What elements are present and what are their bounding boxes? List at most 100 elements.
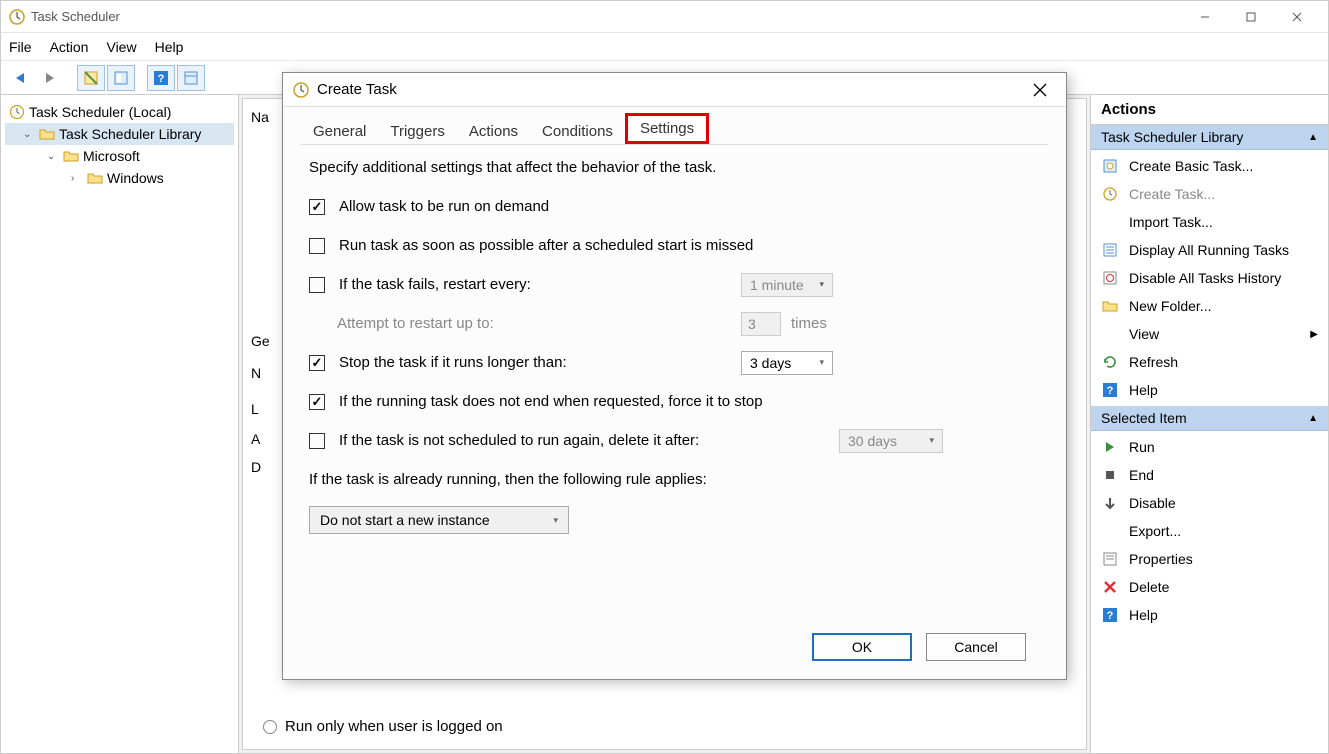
rule-label: If the task is already running, then the… — [309, 471, 1040, 488]
action-label: Disable All Tasks History — [1129, 270, 1281, 286]
action-properties[interactable]: Properties — [1091, 545, 1328, 573]
action-disable[interactable]: Disable — [1091, 489, 1328, 517]
tab-general[interactable]: General — [301, 119, 378, 144]
restart-interval-combo[interactable]: 1 minute ▾ — [741, 273, 833, 297]
tree-pane: Task Scheduler (Local) ⌄ Task Scheduler … — [1, 95, 239, 753]
help-icon: ? — [1101, 381, 1119, 399]
radio-icon — [263, 720, 277, 734]
expander-icon[interactable]: › — [71, 173, 83, 184]
action-run[interactable]: Run — [1091, 433, 1328, 461]
checkbox-icon[interactable] — [309, 355, 325, 371]
action-label: Refresh — [1129, 354, 1178, 370]
forward-button[interactable] — [37, 65, 65, 91]
checkbox-icon[interactable] — [309, 238, 325, 254]
wizard-icon — [1101, 157, 1119, 175]
restart-every-row[interactable]: If the task fails, restart every: 1 minu… — [309, 276, 1040, 293]
stop-longer-row[interactable]: Stop the task if it runs longer than: 3 … — [309, 354, 1040, 371]
tab-conditions[interactable]: Conditions — [530, 119, 625, 144]
run-logged-on-radio[interactable]: Run only when user is logged on — [263, 718, 503, 735]
tree-root-label: Task Scheduler (Local) — [29, 104, 171, 120]
section-label: Selected Item — [1101, 410, 1187, 426]
action-delete[interactable]: Delete — [1091, 573, 1328, 601]
rule-value: Do not start a new instance — [320, 512, 490, 528]
column-header-fragment: Na — [251, 109, 269, 125]
clock-icon — [293, 82, 309, 98]
combo-value: 3 days — [750, 355, 791, 371]
action-new-folder[interactable]: New Folder... — [1091, 292, 1328, 320]
menu-action[interactable]: Action — [50, 39, 89, 55]
none-icon — [1101, 325, 1119, 343]
tree-windows-label: Windows — [107, 170, 164, 186]
expander-icon[interactable]: ⌄ — [23, 129, 35, 140]
tool-btn-4[interactable] — [177, 65, 205, 91]
action-label: Export... — [1129, 523, 1181, 539]
checkbox-icon[interactable] — [309, 433, 325, 449]
minimize-button[interactable] — [1182, 2, 1228, 32]
actions-section-library[interactable]: Task Scheduler Library ▲ — [1091, 125, 1328, 150]
section-label: Task Scheduler Library — [1101, 129, 1243, 145]
dialog-close-button[interactable] — [1024, 76, 1056, 104]
attempt-count-input[interactable]: 3 — [741, 312, 781, 336]
menu-help[interactable]: Help — [155, 39, 184, 55]
chevron-down-icon: ▾ — [929, 435, 934, 446]
menu-file[interactable]: File — [9, 39, 32, 55]
back-button[interactable] — [7, 65, 35, 91]
dialog-titlebar: Create Task — [283, 73, 1066, 107]
close-button[interactable] — [1274, 2, 1320, 32]
action-label: End — [1129, 467, 1154, 483]
allow-on-demand-row[interactable]: Allow task to be run on demand — [309, 198, 1040, 215]
tree-windows[interactable]: › Windows — [5, 167, 234, 189]
collapse-icon: ▲ — [1308, 132, 1318, 143]
folder-icon — [39, 126, 55, 142]
rule-combo[interactable]: Do not start a new instance ▾ — [309, 506, 569, 534]
tool-btn-2[interactable] — [107, 65, 135, 91]
cancel-button[interactable]: Cancel — [926, 633, 1026, 661]
ok-button[interactable]: OK — [812, 633, 912, 661]
app-icon — [9, 9, 25, 25]
action-label: Run — [1129, 439, 1155, 455]
tab-settings[interactable]: Settings — [625, 113, 709, 144]
action-display-all-running-tasks[interactable]: Display All Running Tasks — [1091, 236, 1328, 264]
action-export[interactable]: Export... — [1091, 517, 1328, 545]
tab-triggers[interactable]: Triggers — [378, 119, 456, 144]
tree-library[interactable]: ⌄ Task Scheduler Library — [5, 123, 234, 145]
actions-section-selected[interactable]: Selected Item ▲ — [1091, 406, 1328, 431]
maximize-button[interactable] — [1228, 2, 1274, 32]
delete-after-row[interactable]: If the task is not scheduled to run agai… — [309, 432, 1040, 449]
checkbox-icon[interactable] — [309, 277, 325, 293]
tab-actions[interactable]: Actions — [457, 119, 530, 144]
action-create-task[interactable]: Create Task... — [1091, 180, 1328, 208]
tool-help-button[interactable]: ? — [147, 65, 175, 91]
chevron-down-icon: ▾ — [819, 357, 824, 368]
action-label: Delete — [1129, 579, 1169, 595]
clock-icon — [9, 104, 25, 120]
dialog-tabs: General Triggers Actions Conditions Sett… — [301, 115, 1048, 145]
expander-icon[interactable]: ⌄ — [47, 151, 59, 162]
action-label: View — [1129, 326, 1159, 342]
tree-microsoft[interactable]: ⌄ Microsoft — [5, 145, 234, 167]
bg-letter: A — [251, 431, 260, 447]
action-end[interactable]: End — [1091, 461, 1328, 489]
run-asap-row[interactable]: Run task as soon as possible after a sch… — [309, 237, 1040, 254]
force-stop-row[interactable]: If the running task does not end when re… — [309, 393, 1040, 410]
action-refresh[interactable]: Refresh — [1091, 348, 1328, 376]
tool-btn-1[interactable] — [77, 65, 105, 91]
history-icon — [1101, 269, 1119, 287]
checkbox-icon[interactable] — [309, 199, 325, 215]
create-task-dialog: Create Task General Triggers Actions Con… — [282, 72, 1067, 680]
action-label: Display All Running Tasks — [1129, 242, 1289, 258]
action-help[interactable]: ?Help — [1091, 601, 1328, 629]
action-help[interactable]: ?Help — [1091, 376, 1328, 404]
action-create-basic-task[interactable]: Create Basic Task... — [1091, 152, 1328, 180]
tree-root[interactable]: Task Scheduler (Local) — [5, 101, 234, 123]
tree-library-label: Task Scheduler Library — [59, 126, 201, 142]
delete-after-combo[interactable]: 30 days ▾ — [839, 429, 943, 453]
combo-value: 1 minute — [750, 277, 804, 293]
action-disable-all-tasks-history[interactable]: Disable All Tasks History — [1091, 264, 1328, 292]
menu-view[interactable]: View — [106, 39, 136, 55]
checkbox-icon[interactable] — [309, 394, 325, 410]
stop-duration-combo[interactable]: 3 days ▾ — [741, 351, 833, 375]
action-view[interactable]: View▶ — [1091, 320, 1328, 348]
clock-icon — [1101, 185, 1119, 203]
action-import-task[interactable]: Import Task... — [1091, 208, 1328, 236]
